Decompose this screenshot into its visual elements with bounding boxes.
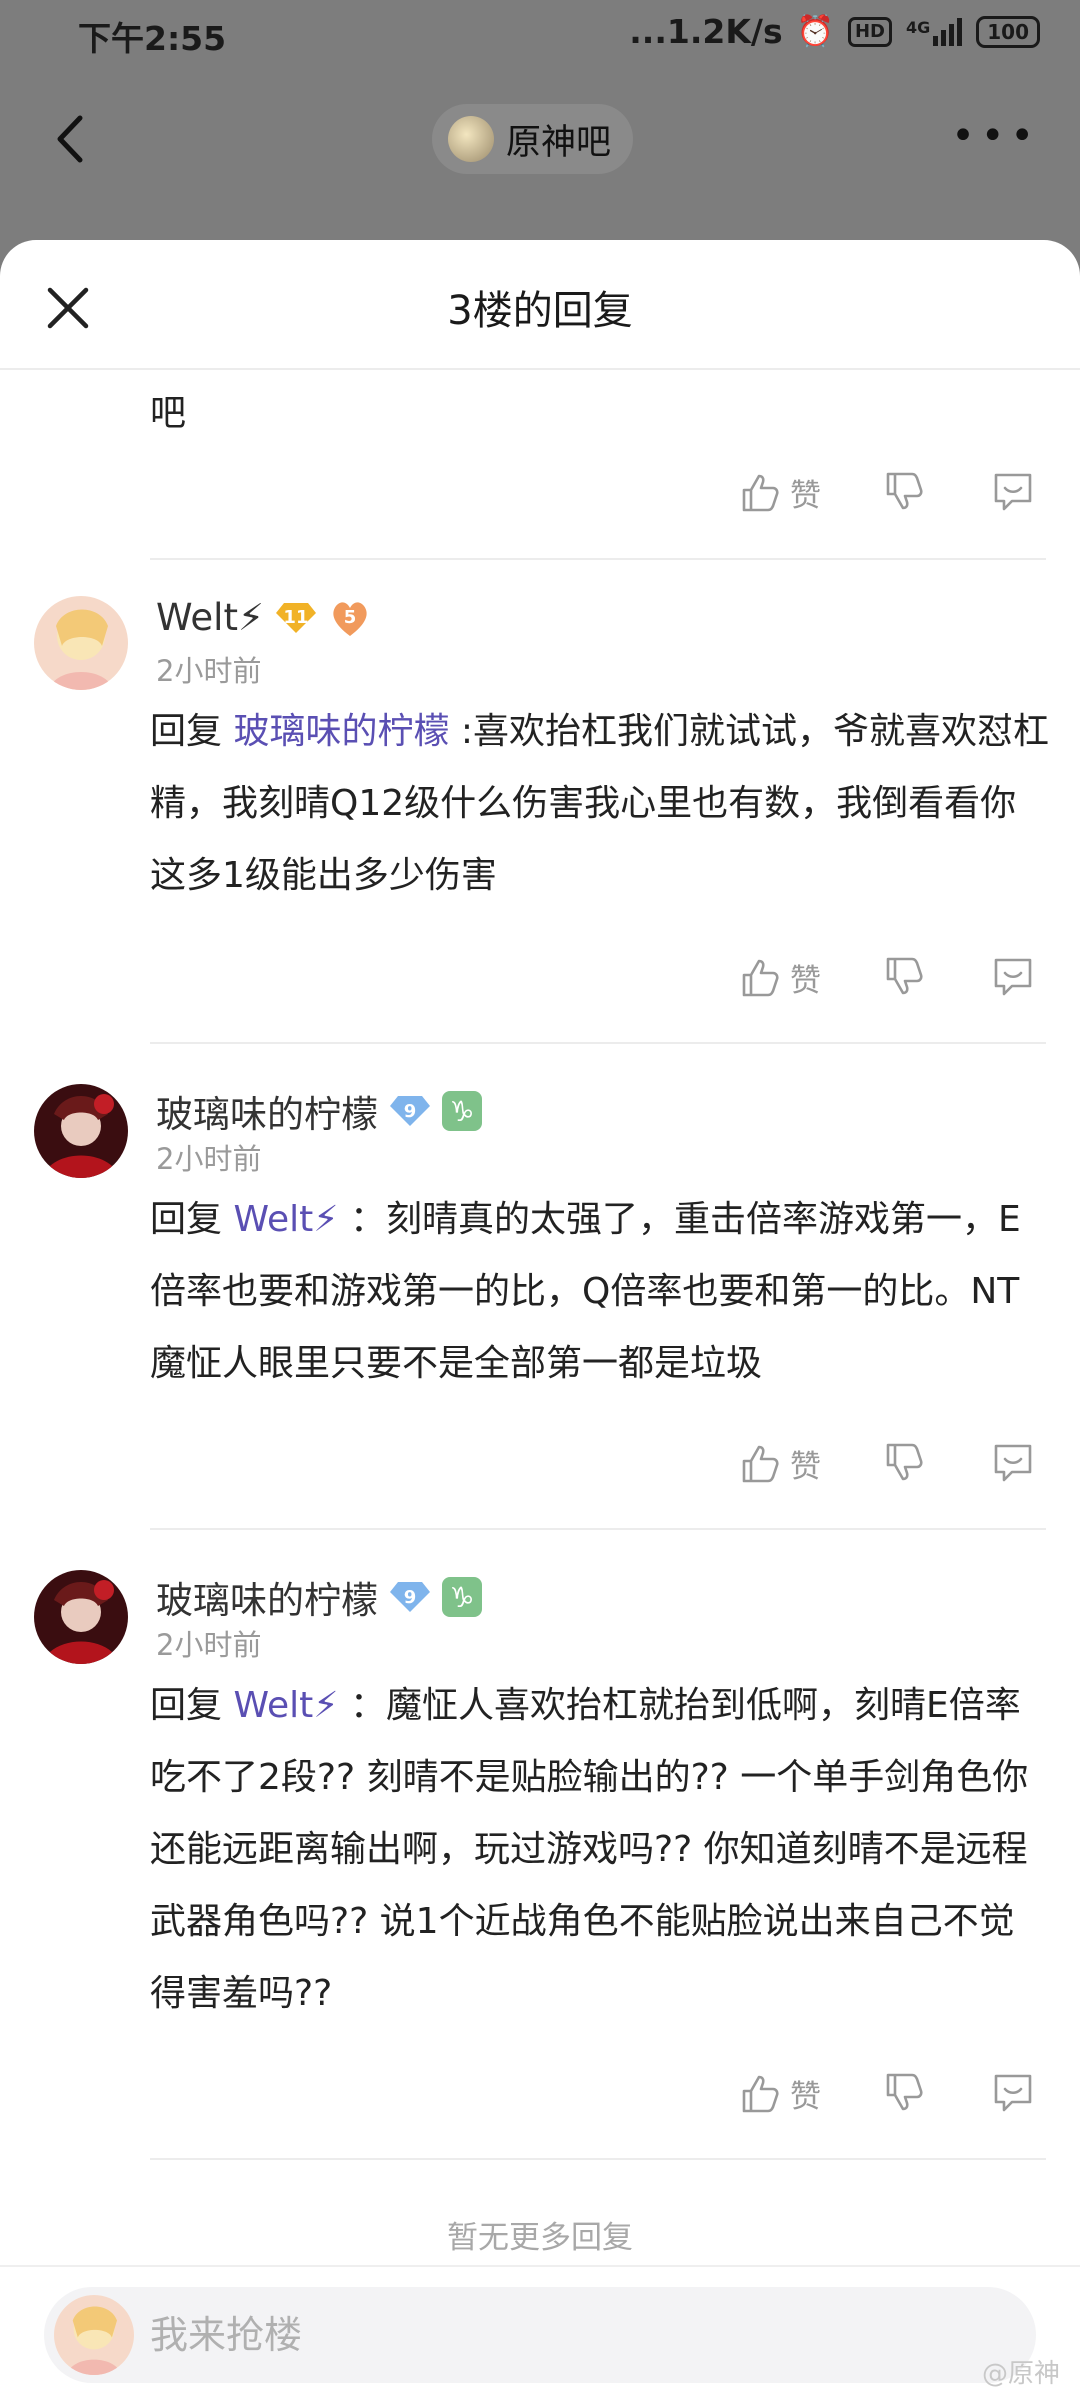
status-time: 下午2:55 [78, 19, 227, 58]
username-row: 玻璃味的柠檬 9 ♑ [156, 1570, 482, 1624]
reply-content: 回复 玻璃味的柠檬 :喜欢抬杠我们就试试，爷就喜欢怼杠精，我刻晴Q12级什么伤害… [150, 696, 1050, 912]
like-label: 赞 [790, 1448, 821, 1485]
thumbs-up-icon [742, 1445, 779, 1483]
reply-text: ：魔怔人喜欢抬杠就抬到低啊，刻晴E倍率吃不了2段?? 刻晴不是贴脸输出的?? 一… [150, 1685, 1029, 2014]
comment-button[interactable] [990, 947, 1036, 1007]
thumbs-up-icon [742, 2075, 779, 2113]
comment-icon [994, 473, 1032, 511]
no-more-replies: 暂无更多回复 [447, 2220, 633, 2256]
forum-avatar [448, 116, 494, 162]
sheet-header: 3楼的回复 [0, 240, 1080, 370]
username[interactable]: 玻璃味的柠檬 [156, 1084, 378, 1138]
forum-chip[interactable]: 原神吧 [432, 104, 634, 174]
comment-button[interactable] [990, 2063, 1036, 2123]
mention-link[interactable]: Welt⚡ [233, 1685, 338, 1726]
net-speed: ...1.2K/s [629, 12, 783, 51]
zodiac-icon: ♑ [442, 1091, 482, 1131]
comment-button[interactable] [990, 462, 1036, 522]
reply-prefix: 回复 [150, 1685, 223, 1726]
reply-input[interactable] [150, 2305, 970, 2365]
reply-actions: 赞 [0, 1433, 1080, 1493]
level-badge: 9 [390, 1094, 430, 1128]
username-row: 玻璃味的柠檬 9 ♑ [156, 1084, 482, 1138]
divider [150, 1528, 1046, 1530]
comment-icon [994, 958, 1032, 996]
comment-icon [994, 2074, 1032, 2112]
watermark: @原神 [981, 2359, 1060, 2389]
like-label: 赞 [790, 962, 821, 999]
reply-item: 玻璃味的柠檬 9 ♑ 2小时前 回复 Welt⚡ ：魔怔人喜欢抬杠就抬到低啊，刻… [0, 1570, 1080, 2030]
zodiac-icon: ♑ [442, 1577, 482, 1617]
background-nav: 原神吧 ••• [0, 96, 1080, 186]
reply-item: 玻璃味的柠檬 9 ♑ 2小时前 回复 Welt⚡ ：刻晴真的太强了，重击倍率游戏… [0, 1084, 1080, 1394]
forum-name: 原神吧 [506, 122, 612, 163]
dislike-button[interactable] [882, 462, 926, 522]
reply-prefix: 回复 [150, 711, 223, 752]
avatar[interactable] [34, 1084, 128, 1178]
username[interactable]: 玻璃味的柠檬 [156, 1570, 378, 1624]
level-badge: 11 [275, 601, 316, 635]
partial-reply-text: 吧 [150, 393, 187, 434]
like-button[interactable]: 赞 [738, 947, 821, 1007]
dislike-button[interactable] [882, 2063, 926, 2123]
dislike-button[interactable] [882, 1433, 926, 1493]
alarm-icon: ⏰ [796, 14, 834, 49]
thumbs-up-icon [742, 959, 779, 997]
thumbs-down-icon [886, 957, 923, 995]
more-icon[interactable]: ••• [951, 116, 1040, 156]
avatar[interactable] [34, 596, 128, 690]
reply-input-box[interactable] [44, 2287, 1036, 2383]
like-button[interactable]: 赞 [738, 462, 821, 522]
reply-content: 回复 Welt⚡ ：刻晴真的太强了，重击倍率游戏第一，E倍率也要和游戏第一的比，… [150, 1184, 1050, 1400]
comment-button[interactable] [990, 1433, 1036, 1493]
level-badge: 9 [390, 1580, 430, 1614]
mention-link[interactable]: Welt⚡ [233, 1199, 338, 1240]
like-button[interactable]: 赞 [738, 2063, 821, 2123]
like-label: 赞 [790, 477, 821, 514]
username-row: Welt⚡ 11 5 [156, 596, 372, 639]
reply-item: Welt⚡ 11 5 2小时前 回复 玻璃味的柠檬 :喜欢抬杠我们就试试，爷就喜… [0, 596, 1080, 906]
reply-actions: 赞 [0, 2063, 1080, 2123]
divider [150, 2158, 1046, 2160]
thumbs-down-icon [886, 472, 923, 510]
username[interactable]: Welt⚡ [156, 596, 264, 639]
sheet-title: 3楼的回复 [447, 288, 633, 334]
fan-badge: 5 [328, 598, 372, 638]
reply-time: 2小时前 [156, 654, 262, 688]
dislike-button[interactable] [882, 947, 926, 1007]
reply-time: 2小时前 [156, 1142, 262, 1176]
reply-prefix: 回复 [150, 1199, 223, 1240]
status-icons: ...1.2K/s ⏰ HD 4G 100 [629, 12, 1040, 51]
battery-icon: 100 [976, 15, 1040, 48]
replies-sheet: 3楼的回复 吧 赞 Welt⚡ 11 5 2小时前 回复 玻璃味的柠檬:喜欢抬… [0, 240, 1080, 2400]
comment-icon [994, 1444, 1032, 1482]
like-button[interactable]: 赞 [738, 1433, 821, 1493]
hd-icon: HD [847, 16, 892, 47]
divider [150, 1042, 1046, 1044]
like-label: 赞 [790, 2078, 821, 2115]
back-arrow-icon[interactable] [46, 112, 100, 166]
divider [150, 558, 1046, 560]
reply-actions: 赞 [0, 947, 1080, 1007]
reply-time: 2小时前 [156, 1628, 262, 1662]
thumbs-down-icon [886, 1443, 923, 1481]
status-bar: 下午2:55 ...1.2K/s ⏰ HD 4G 100 [0, 0, 1080, 66]
reply-actions: 赞 [0, 462, 1080, 522]
mention-link[interactable]: 玻璃味的柠檬 [233, 711, 449, 752]
reply-input-bar: @原神 [0, 2265, 1080, 2400]
thumbs-down-icon [886, 2073, 923, 2111]
thumbs-up-icon [742, 474, 779, 512]
signal-icon: 4G [906, 17, 963, 46]
reply-content: 回复 Welt⚡ ：魔怔人喜欢抬杠就抬到低啊，刻晴E倍率吃不了2段?? 刻晴不是… [150, 1670, 1050, 2030]
my-avatar [54, 2295, 134, 2375]
avatar[interactable] [34, 1570, 128, 1664]
